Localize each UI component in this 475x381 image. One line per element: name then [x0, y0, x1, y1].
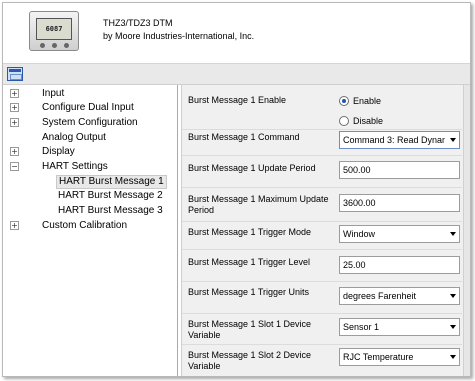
- device-display: 6087: [36, 18, 72, 40]
- trigger-mode-dropdown[interactable]: Window: [339, 225, 460, 243]
- radio-selected-icon: [339, 96, 349, 106]
- expand-icon[interactable]: +: [10, 221, 19, 230]
- tree-item-label: HART Settings: [42, 161, 108, 172]
- collapse-icon[interactable]: −: [10, 162, 19, 171]
- tree-item-label: System Configuration: [42, 117, 138, 128]
- expand-icon[interactable]: +: [10, 89, 19, 98]
- vertical-scrollbar[interactable]: [463, 85, 470, 376]
- tree-item-label: Display: [42, 146, 75, 157]
- slot1-label: Burst Message 1 Slot 1 Device Variable: [188, 319, 312, 340]
- slot2-value: RJC Temperature: [343, 352, 414, 362]
- slot2-label: Burst Message 1 Slot 2 Device Variable: [188, 350, 312, 371]
- dtm-window: 6087 THZ3/TDZ3 DTM by Moore Industries-I…: [2, 2, 471, 377]
- row-divider: [182, 129, 462, 130]
- navigation-tree: + Input + Configure Dual Input + System …: [3, 85, 178, 376]
- command-value: Command 3: Read Dynami: [343, 135, 445, 145]
- row-divider: [182, 187, 462, 188]
- chevron-down-icon: [450, 325, 456, 329]
- properties-panel: Burst Message 1 Enable Enable Disable Bu…: [181, 85, 470, 376]
- max-update-period-field[interactable]: 3600.00: [339, 194, 460, 212]
- update-period-label: Burst Message 1 Update Period: [188, 163, 316, 173]
- window-icon[interactable]: [7, 67, 23, 81]
- command-label: Burst Message 1 Command: [188, 132, 300, 142]
- chevron-down-icon: [450, 138, 456, 142]
- trigger-level-label: Burst Message 1 Trigger Level: [188, 257, 311, 267]
- command-dropdown[interactable]: Command 3: Read Dynami: [339, 131, 460, 149]
- row-divider: [182, 221, 462, 222]
- header: 6087 THZ3/TDZ3 DTM by Moore Industries-I…: [3, 3, 470, 60]
- tree-item-label: HART Burst Message 2: [58, 190, 163, 201]
- expand-icon[interactable]: +: [10, 103, 19, 112]
- trigger-level-field[interactable]: 25.00: [339, 256, 460, 274]
- radio-label: Enable: [353, 96, 382, 106]
- row-divider: [182, 249, 462, 250]
- row-divider: [182, 344, 462, 345]
- tree-item-label: Input: [42, 88, 65, 99]
- tree-item-label: HART Burst Message 3: [58, 205, 163, 216]
- slot2-dropdown[interactable]: RJC Temperature: [339, 348, 460, 366]
- chevron-down-icon: [450, 355, 456, 359]
- slot1-dropdown[interactable]: Sensor 1: [339, 318, 460, 336]
- row-divider: [182, 281, 462, 282]
- row-divider: [182, 313, 462, 314]
- toolbar: [3, 63, 470, 85]
- device-image: 6087: [29, 11, 79, 51]
- tree-item-label: Custom Calibration: [42, 220, 128, 231]
- dtm-title: THZ3/TDZ3 DTM: [103, 18, 173, 28]
- expand-icon[interactable]: +: [10, 118, 19, 127]
- expand-icon[interactable]: +: [10, 147, 19, 156]
- device-button: [52, 43, 57, 48]
- device-button: [40, 43, 45, 48]
- trigger-units-value: degrees Farenheit: [343, 291, 417, 301]
- chevron-down-icon: [450, 294, 456, 298]
- update-period-field[interactable]: 500.00: [339, 161, 460, 179]
- chevron-down-icon: [450, 232, 456, 236]
- trigger-units-label: Burst Message 1 Trigger Units: [188, 287, 310, 297]
- slot1-value: Sensor 1: [343, 322, 380, 332]
- radio-unselected-icon: [339, 116, 349, 126]
- device-button: [64, 43, 69, 48]
- trigger-units-dropdown[interactable]: degrees Farenheit: [339, 287, 460, 305]
- tree-item-label: Analog Output: [42, 132, 106, 143]
- radio-label: Disable: [353, 116, 384, 126]
- tree-item-label: Configure Dual Input: [42, 102, 134, 113]
- trigger-mode-value: Window: [343, 229, 376, 239]
- enable-label: Burst Message 1 Enable: [188, 95, 287, 105]
- row-divider: [182, 155, 462, 156]
- trigger-mode-label: Burst Message 1 Trigger Mode: [188, 227, 312, 237]
- dtm-subtitle: by Moore Industries-International, Inc.: [103, 31, 255, 41]
- tree-item-label: HART Burst Message 1: [56, 175, 167, 189]
- max-update-period-label: Burst Message 1 Maximum Update Period: [188, 194, 329, 215]
